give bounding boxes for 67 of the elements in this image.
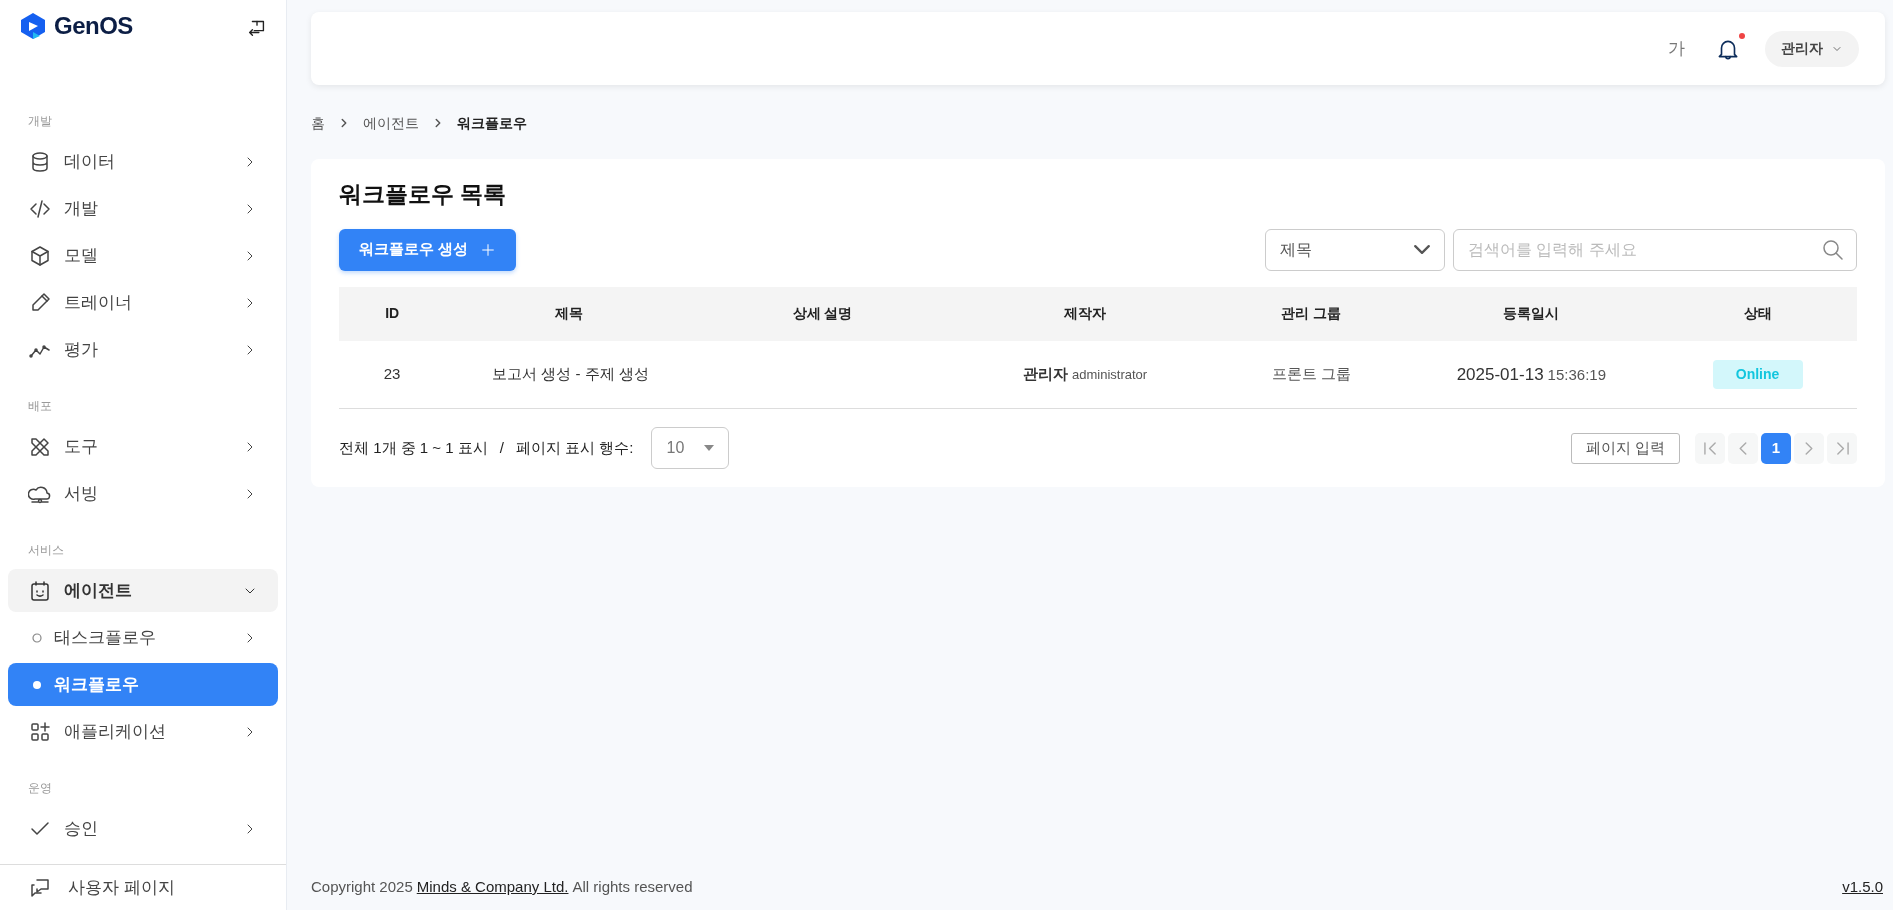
version-link[interactable]: v1.5.0 xyxy=(1842,875,1883,899)
create-button[interactable]: 워크플로우 생성 xyxy=(339,228,517,271)
table-cell: 23 xyxy=(339,340,446,409)
search-icon xyxy=(1823,239,1843,260)
previous-page-button[interactable] xyxy=(1728,432,1758,464)
sidebar-item[interactable]: 모델 xyxy=(8,234,278,277)
chevron-down-icon xyxy=(1414,245,1430,255)
column-header: 등록일시 xyxy=(1404,286,1659,341)
page-size-select[interactable]: 10 xyxy=(651,427,730,470)
sidebar-item[interactable]: 도구 xyxy=(8,425,278,468)
sidebar-item[interactable]: 개발 xyxy=(8,187,278,230)
sidebar-item[interactable]: 에이전트 xyxy=(8,569,278,612)
time-text: 15:36:19 xyxy=(1547,365,1606,383)
submenu-item[interactable]: 워크플로우 xyxy=(8,663,278,706)
section-label: 운영 xyxy=(27,780,53,797)
date-text: 2025-01-13 xyxy=(1456,364,1544,384)
breadcrumb-item[interactable]: 에이전트 xyxy=(363,112,419,134)
column-header: 관리 그룹 xyxy=(1217,286,1405,341)
table-cell: 보고서 생성 - 주제 생성 xyxy=(445,340,693,409)
bullet-icon xyxy=(32,679,42,690)
column-header: 제작자 xyxy=(952,286,1218,341)
company-link[interactable]: Minds & Company Ltd. xyxy=(416,875,569,899)
caret-icon xyxy=(704,445,715,452)
breadcrumb-item[interactable]: 홈 xyxy=(311,112,325,134)
page-input-button[interactable]: 페이지 입력 xyxy=(1570,432,1680,464)
separator-text: / xyxy=(499,437,504,458)
logo-icon xyxy=(20,12,46,40)
page-size-label: 페이지 표시 행수: xyxy=(515,437,634,458)
submenu-item[interactable]: 태스크플로우 xyxy=(8,616,278,659)
section-label: 배포 xyxy=(27,398,53,415)
sidebar-item[interactable]: 데이터 xyxy=(8,140,278,183)
user-menu-button[interactable]: 관리자 xyxy=(1765,30,1859,67)
sidebar-item[interactable]: 트레이너 xyxy=(8,281,278,324)
sidebar-item[interactable]: 평가 xyxy=(8,328,278,371)
chevron-icon xyxy=(1835,441,1849,455)
plus-icon xyxy=(480,241,497,258)
page-title: 워크플로우 목록 xyxy=(339,181,508,209)
filter-select[interactable]: 제목 xyxy=(1265,228,1445,271)
sidebar-item[interactable]: 애플리케이션 xyxy=(8,710,278,753)
section-label: 서비스 xyxy=(27,542,65,559)
chevron-icon xyxy=(1805,441,1813,455)
creator-name: 관리자 xyxy=(1023,365,1068,383)
last-page-button[interactable] xyxy=(1827,432,1857,464)
column-header: ID xyxy=(339,286,446,341)
first-page-button[interactable] xyxy=(1695,432,1725,464)
column-header: 상태 xyxy=(1658,286,1857,341)
column-header: 상세 설명 xyxy=(692,286,953,341)
chevron-icon xyxy=(1703,441,1717,455)
section-label: 개발 xyxy=(27,113,53,130)
chevron-icon xyxy=(1739,441,1747,455)
breadcrumb-item: 워크플로우 xyxy=(457,113,527,133)
sidebar-item[interactable]: 서빙 xyxy=(8,472,278,515)
rights-text: All rights reserved xyxy=(572,876,693,897)
next-page-button[interactable] xyxy=(1794,432,1824,464)
bullet-icon xyxy=(32,632,42,643)
creator-id: administrator xyxy=(1072,367,1148,383)
page-number-button[interactable]: 1 xyxy=(1761,432,1791,464)
copyright-text: Copyright 2025 xyxy=(311,876,413,897)
table-cell: 프론트 그룹 xyxy=(1217,340,1405,409)
user-page-link[interactable]: 사용자 페이지 xyxy=(28,874,175,901)
result-summary: 전체 1개 중 1 ~ 1 표시 xyxy=(339,437,488,458)
sidebar-item[interactable]: 승인 xyxy=(8,807,278,850)
status-label: Online xyxy=(1712,359,1803,389)
font-size-button[interactable]: 가 xyxy=(1662,34,1691,63)
column-header: 제목 xyxy=(445,286,693,341)
logo-text: GenOS xyxy=(54,11,133,41)
search-field[interactable]: 검색어를 입력해 주세요 xyxy=(1453,228,1857,271)
